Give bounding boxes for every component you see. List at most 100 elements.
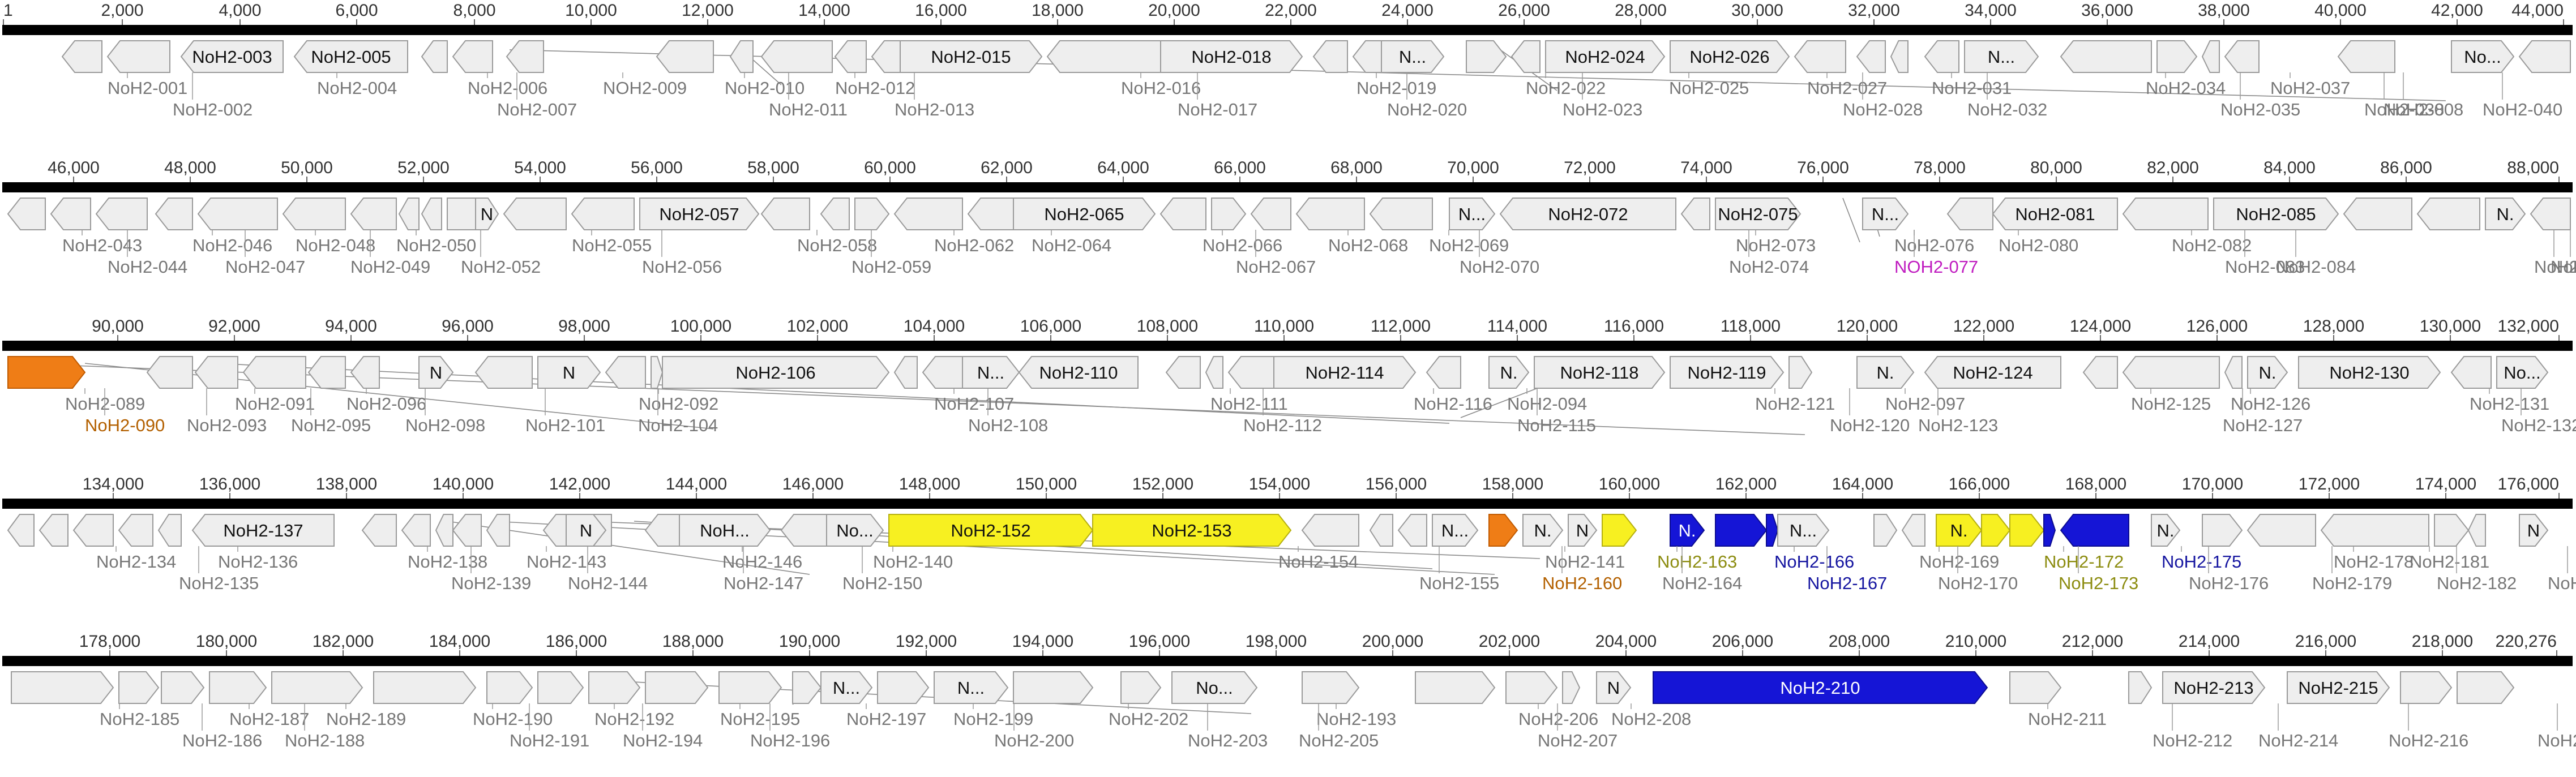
gene-arrow[interactable] xyxy=(38,514,69,547)
gene-arrow[interactable] xyxy=(1981,514,2011,547)
gene-arrow[interactable] xyxy=(1046,40,1161,73)
gene-arrow[interactable] xyxy=(2009,671,2062,704)
gene-arrow[interactable] xyxy=(1013,671,1094,704)
gene-arrow[interactable] xyxy=(161,671,205,704)
gene-arrow[interactable] xyxy=(1602,514,1637,547)
gene-arrow[interactable] xyxy=(1466,40,1507,73)
gene-arrow[interactable] xyxy=(1397,514,1427,547)
gene-arrow[interactable] xyxy=(421,198,442,230)
gene-arrow[interactable] xyxy=(503,198,567,230)
gene-arrow[interactable] xyxy=(2202,514,2243,547)
gene-arrow[interactable] xyxy=(1415,671,1496,704)
gene-arrow[interactable] xyxy=(820,198,850,230)
gene-arrow[interactable] xyxy=(61,40,102,73)
gene-arrow[interactable] xyxy=(146,356,193,389)
gene-arrow[interactable] xyxy=(452,514,482,547)
gene-arrow[interactable] xyxy=(2122,356,2220,389)
gene-arrow[interactable] xyxy=(95,198,148,230)
gene-arrow[interactable] xyxy=(1794,40,1846,73)
gene-arrow[interactable] xyxy=(7,514,35,547)
gene-arrow[interactable] xyxy=(373,671,477,704)
gene-arrow[interactable] xyxy=(2060,514,2129,547)
gene-arrow[interactable] xyxy=(421,40,448,73)
gene-arrow[interactable] xyxy=(1873,514,1898,547)
gene-arrow[interactable] xyxy=(452,40,493,73)
gene-arrow[interactable] xyxy=(792,671,822,704)
gene-arrow[interactable] xyxy=(2224,40,2260,73)
gene-arrow[interactable] xyxy=(1901,514,1925,547)
gene-arrow[interactable] xyxy=(1120,671,1162,704)
gene-arrow[interactable] xyxy=(1510,40,1541,73)
gene-arrow[interactable] xyxy=(651,356,664,389)
gene-arrow[interactable] xyxy=(1890,40,1909,73)
gene-arrow[interactable] xyxy=(1766,514,1779,547)
gene-arrow[interactable] xyxy=(2156,40,2198,73)
gene-arrow[interactable] xyxy=(2457,671,2515,704)
gene-arrow[interactable] xyxy=(194,356,238,389)
gene-arrow[interactable] xyxy=(1302,671,1360,704)
gene-arrow[interactable] xyxy=(605,356,646,389)
gene-arrow[interactable] xyxy=(1312,40,1348,73)
gene-arrow[interactable] xyxy=(1205,356,1223,389)
gene-arrow[interactable] xyxy=(967,198,1014,230)
gene-arrow[interactable] xyxy=(361,514,397,547)
gene-arrow[interactable] xyxy=(1856,40,1886,73)
gene-arrow[interactable] xyxy=(350,198,397,230)
gene-arrow[interactable] xyxy=(50,198,91,230)
gene-arrow[interactable] xyxy=(1369,198,1433,230)
gene-arrow[interactable] xyxy=(1505,671,1558,704)
gene-arrow[interactable] xyxy=(209,671,267,704)
gene-arrow[interactable] xyxy=(1352,40,1382,73)
gene-arrow[interactable] xyxy=(1250,198,1291,230)
gene-arrow[interactable] xyxy=(1165,356,1201,389)
gene-arrow[interactable] xyxy=(1946,198,1993,230)
gene-arrow[interactable] xyxy=(588,671,641,704)
gene-arrow[interactable] xyxy=(893,356,918,389)
gene-arrow[interactable] xyxy=(72,514,114,547)
gene-arrow[interactable] xyxy=(506,40,544,73)
gene-arrow[interactable] xyxy=(1715,514,1768,547)
gene-arrow[interactable] xyxy=(2060,40,2152,73)
gene-arrow[interactable] xyxy=(2320,514,2429,547)
gene-arrow[interactable] xyxy=(877,671,930,704)
gene-arrow[interactable] xyxy=(350,356,380,389)
gene-arrow[interactable] xyxy=(2128,671,2153,704)
gene-arrow[interactable] xyxy=(2343,198,2412,230)
gene-arrow[interactable] xyxy=(2518,40,2571,73)
gene-arrow[interactable] xyxy=(401,514,431,547)
gene-arrow[interactable] xyxy=(106,40,170,73)
gene-arrow[interactable] xyxy=(282,198,346,230)
gene-arrow[interactable] xyxy=(197,198,278,230)
gene-arrow[interactable] xyxy=(1159,198,1206,230)
gene-arrow[interactable] xyxy=(1680,198,1710,230)
gene-arrow[interactable] xyxy=(2043,514,2056,547)
gene-arrow[interactable] xyxy=(7,356,86,389)
gene-arrow[interactable] xyxy=(1488,514,1518,547)
gene-arrow[interactable] xyxy=(2450,356,2492,389)
gene-arrow[interactable] xyxy=(1562,671,1581,704)
gene-arrow[interactable] xyxy=(11,671,114,704)
gene-arrow[interactable] xyxy=(242,356,306,389)
gene-arrow[interactable] xyxy=(2082,356,2118,389)
gene-arrow[interactable] xyxy=(157,514,182,547)
gene-arrow[interactable] xyxy=(474,356,533,389)
gene-arrow[interactable] xyxy=(7,198,46,230)
gene-arrow[interactable] xyxy=(1426,356,1461,389)
gene-arrow[interactable] xyxy=(1788,356,1813,389)
gene-arrow[interactable] xyxy=(2224,356,2243,389)
gene-arrow[interactable] xyxy=(834,40,867,73)
gene-arrow[interactable] xyxy=(537,671,584,704)
gene-arrow[interactable] xyxy=(656,40,714,73)
gene-arrow[interactable] xyxy=(893,198,963,230)
gene-arrow[interactable] xyxy=(1924,40,1959,73)
gene-arrow[interactable] xyxy=(645,671,709,704)
gene-arrow[interactable] xyxy=(271,671,363,704)
gene-arrow[interactable] xyxy=(2246,514,2316,547)
gene-arrow[interactable] xyxy=(398,198,420,230)
gene-arrow[interactable] xyxy=(729,40,754,73)
gene-arrow[interactable] xyxy=(155,198,193,230)
gene-arrow[interactable] xyxy=(760,40,833,73)
gene-arrow[interactable] xyxy=(854,198,890,230)
gene-arrow[interactable] xyxy=(307,356,346,389)
gene-arrow[interactable] xyxy=(118,671,160,704)
